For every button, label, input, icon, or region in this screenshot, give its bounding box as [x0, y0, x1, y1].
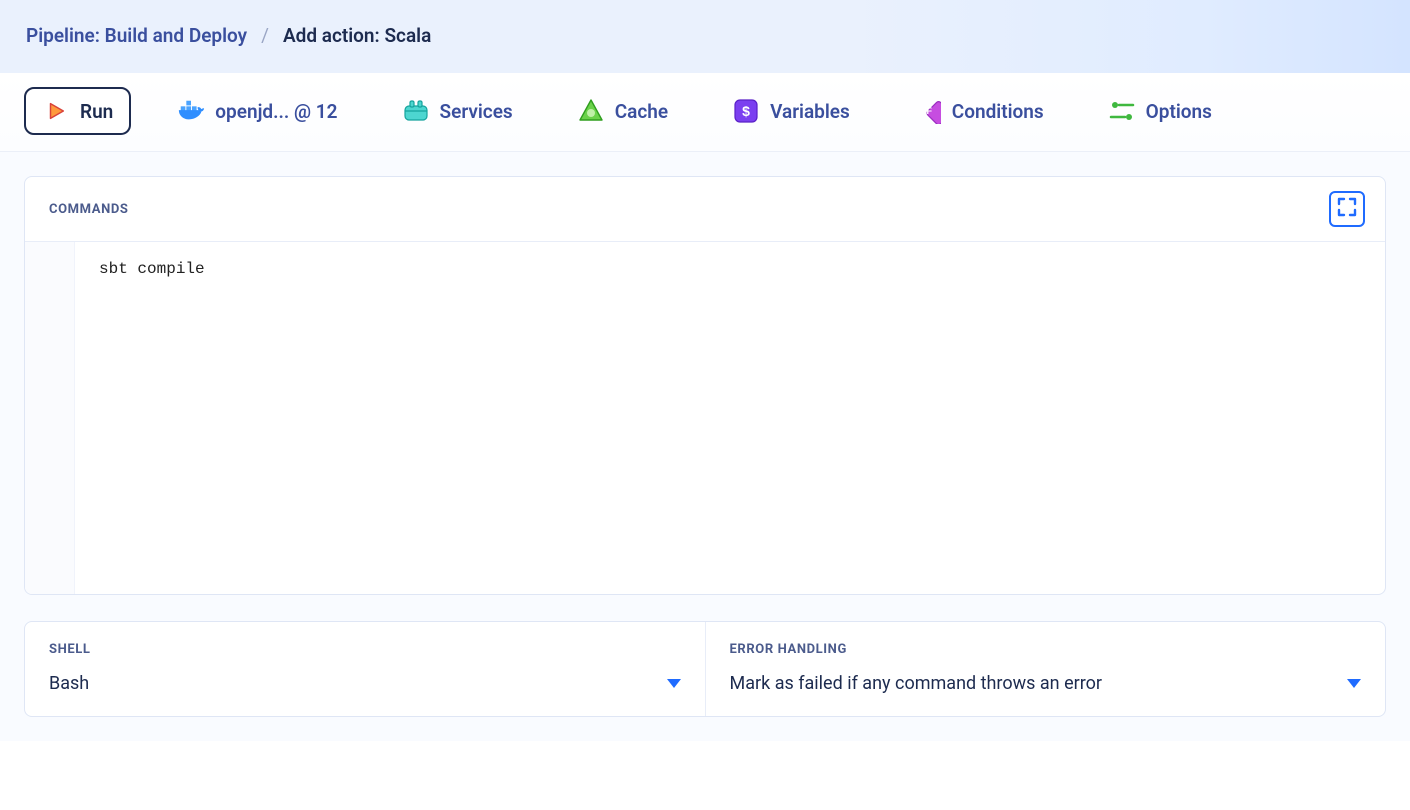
tab-services[interactable]: Services	[384, 87, 531, 135]
commands-panel: COMMANDS sbt compile	[24, 176, 1386, 595]
shell-value: Bash	[49, 673, 89, 694]
breadcrumb-parent-link[interactable]: Pipeline: Build and Deploy	[26, 24, 247, 47]
tab-environment-label: openjd... @ 12	[215, 100, 337, 123]
tab-conditions-label: Conditions	[952, 100, 1044, 123]
services-icon	[402, 97, 430, 125]
error-handling-label: ERROR HANDLING	[730, 642, 1362, 657]
error-handling-value: Mark as failed if any command throws an …	[730, 673, 1103, 694]
tab-variables-label: Variables	[770, 100, 850, 123]
tab-variables[interactable]: $ Variables	[714, 87, 868, 135]
tab-environment[interactable]: openjd... @ 12	[159, 87, 355, 135]
shell-label: SHELL	[49, 642, 681, 657]
breadcrumb: Pipeline: Build and Deploy / Add action:…	[26, 24, 431, 47]
tab-conditions[interactable]: IF Conditions	[896, 87, 1062, 135]
tab-cache[interactable]: Cache	[559, 87, 686, 135]
commands-panel-header: COMMANDS	[25, 177, 1385, 242]
code-gutter	[25, 242, 75, 594]
docker-icon	[177, 97, 205, 125]
tab-run-label: Run	[80, 100, 113, 123]
error-handling-cell: ERROR HANDLING Mark as failed if any com…	[705, 622, 1386, 716]
expand-button[interactable]	[1329, 191, 1365, 227]
tab-run[interactable]: Run	[24, 87, 131, 135]
tab-options-label: Options	[1146, 100, 1212, 123]
conditions-icon: IF	[914, 97, 942, 125]
tab-cache-label: Cache	[615, 100, 668, 123]
error-handling-select[interactable]: Mark as failed if any command throws an …	[730, 673, 1362, 694]
tab-services-label: Services	[440, 100, 513, 123]
commands-label: COMMANDS	[49, 202, 129, 217]
fullscreen-icon	[1337, 197, 1357, 221]
cache-icon	[577, 97, 605, 125]
code-editor[interactable]: sbt compile	[25, 242, 1385, 594]
page-header: Pipeline: Build and Deploy / Add action:…	[0, 0, 1410, 73]
tabs-row: Run openjd... @ 12 Services	[0, 73, 1410, 152]
code-text[interactable]: sbt compile	[75, 242, 1385, 594]
shell-select[interactable]: Bash	[49, 673, 681, 694]
variables-icon: $	[732, 97, 760, 125]
shell-cell: SHELL Bash	[25, 622, 705, 716]
chevron-down-icon	[1347, 673, 1361, 694]
options-icon	[1108, 97, 1136, 125]
play-icon	[42, 97, 70, 125]
svg-text:IF: IF	[924, 106, 933, 116]
breadcrumb-current: Add action: Scala	[283, 24, 431, 47]
chevron-down-icon	[667, 673, 681, 694]
tab-options[interactable]: Options	[1090, 87, 1230, 135]
svg-text:$: $	[742, 103, 750, 119]
main-content: COMMANDS sbt compile SHELL Bash	[0, 152, 1410, 741]
shell-error-row: SHELL Bash ERROR HANDLING Mark as failed…	[24, 621, 1386, 717]
breadcrumb-separator: /	[261, 24, 269, 47]
